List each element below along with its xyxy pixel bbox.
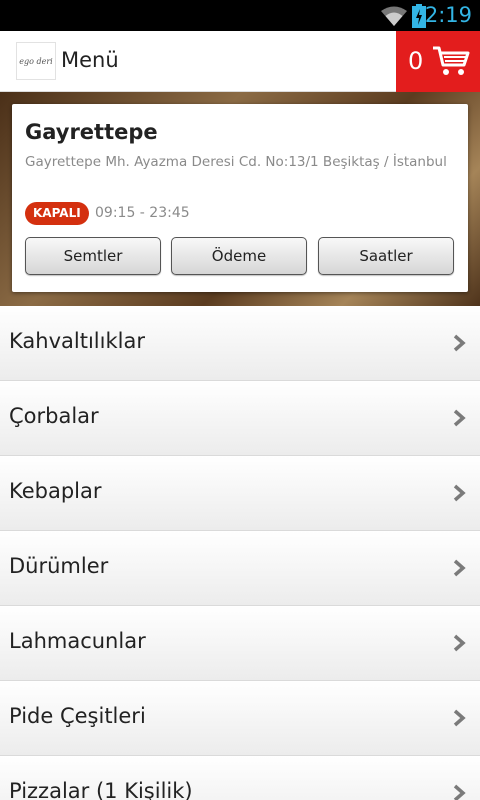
page-title: Menü <box>61 48 119 72</box>
menu-item-lahmacunlar[interactable]: Lahmacunlar <box>0 606 480 681</box>
menu-item-pide-cesitleri[interactable]: Pide Çeşitleri <box>0 681 480 756</box>
wifi-icon <box>381 6 407 26</box>
chevron-right-icon <box>453 784 466 800</box>
app-bar: ego deri Menü 0 <box>0 31 480 92</box>
menu-item-label: Dürümler <box>9 554 109 578</box>
menu-item-label: Kahvaltılıklar <box>9 329 145 353</box>
cart-count: 0 <box>408 47 424 75</box>
restaurant-address: Gayrettepe Mh. Ayazma Deresi Cd. No:13/1… <box>25 154 447 170</box>
payment-button[interactable]: Ödeme <box>171 237 307 275</box>
menu-item-pizzalar[interactable]: Pizzalar (1 Kişilik) <box>0 756 480 800</box>
status-badge: KAPALI <box>25 202 89 225</box>
menu-category-list: Kahvaltılıklar Çorbalar Kebaplar Dürümle… <box>0 306 480 800</box>
menu-item-kahvaltiliklar[interactable]: Kahvaltılıklar <box>0 306 480 381</box>
chevron-right-icon <box>453 634 466 652</box>
menu-item-label: Çorbalar <box>9 404 99 428</box>
chevron-right-icon <box>453 334 466 352</box>
chevron-right-icon <box>453 484 466 502</box>
chevron-right-icon <box>453 709 466 727</box>
app-logo: ego deri <box>16 42 56 80</box>
menu-item-label: Kebaplar <box>9 479 102 503</box>
menu-item-label: Lahmacunlar <box>9 629 146 653</box>
restaurant-info-card: Gayrettepe Gayrettepe Mh. Ayazma Deresi … <box>12 104 468 292</box>
logo-text: ego deri <box>19 56 53 66</box>
status-bar: 2:19 <box>0 0 480 31</box>
chevron-right-icon <box>453 559 466 577</box>
cart-button[interactable]: 0 <box>396 31 480 92</box>
menu-item-label: Pide Çeşitleri <box>9 704 146 728</box>
opening-hours: 09:15 - 23:45 <box>95 205 190 221</box>
menu-item-durumler[interactable]: Dürümler <box>0 531 480 606</box>
chevron-right-icon <box>453 409 466 427</box>
menu-item-corbalar[interactable]: Çorbalar <box>0 381 480 456</box>
districts-button[interactable]: Semtler <box>25 237 161 275</box>
shopping-cart-icon <box>433 46 470 75</box>
restaurant-name: Gayrettepe <box>25 120 158 144</box>
hours-button[interactable]: Saatler <box>318 237 454 275</box>
menu-item-kebaplar[interactable]: Kebaplar <box>0 456 480 531</box>
menu-item-label: Pizzalar (1 Kişilik) <box>9 779 193 800</box>
status-time: 2:19 <box>424 3 472 27</box>
